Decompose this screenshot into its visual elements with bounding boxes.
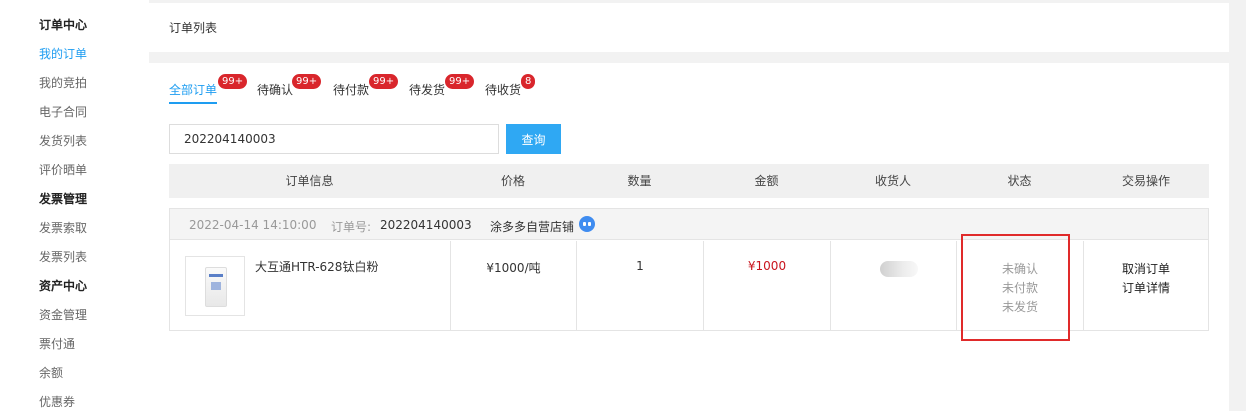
cell-divider bbox=[576, 241, 577, 330]
sidebar-item-e-contracts[interactable]: 电子合同 bbox=[39, 103, 87, 120]
order-quantity: 1 bbox=[636, 259, 644, 273]
tab-pending-payment[interactable]: 待付款 bbox=[333, 81, 369, 98]
chat-icon[interactable] bbox=[579, 216, 595, 232]
order-amount: ¥1000 bbox=[747, 259, 787, 273]
column-header-receiver: 收货人 bbox=[874, 174, 911, 188]
tab-pending-payment-badge: 99+ bbox=[369, 74, 399, 89]
sidebar-group-order-center: 订单中心 bbox=[39, 18, 88, 32]
column-header-actions: 交易操作 bbox=[1121, 174, 1170, 188]
column-header-status: 状态 bbox=[1007, 174, 1032, 188]
sidebar-item-invoice-request[interactable]: 发票索取 bbox=[39, 219, 87, 236]
order-card: 2022-04-14 14:10:00 订单号: 202204140003 涂多… bbox=[169, 208, 1209, 331]
sidebar-item-shipment-list[interactable]: 发货列表 bbox=[39, 132, 87, 149]
sidebar-item-my-auctions[interactable]: 我的竞拍 bbox=[39, 74, 87, 91]
sidebar-item-balance[interactable]: 余额 bbox=[39, 364, 63, 381]
tab-all-orders[interactable]: 全部订单 bbox=[169, 81, 218, 104]
search-button[interactable]: 查询 bbox=[506, 124, 561, 154]
order-date: 2022-04-14 14:10:00 bbox=[189, 218, 317, 232]
sidebar-item-reviews[interactable]: 评价晒单 bbox=[39, 161, 87, 178]
product-bag-icon bbox=[205, 267, 227, 307]
column-header-price: 价格 bbox=[500, 174, 525, 188]
header-panel: 订单列表 bbox=[149, 3, 1229, 52]
cell-divider bbox=[830, 241, 831, 330]
column-header-quantity: 数量 bbox=[627, 174, 652, 188]
sidebar-item-my-orders[interactable]: 我的订单 bbox=[39, 45, 87, 62]
order-details-link[interactable]: 订单详情 bbox=[1084, 279, 1208, 296]
tab-all-orders-badge: 99+ bbox=[218, 74, 248, 89]
search-input[interactable] bbox=[169, 124, 499, 154]
page-title: 订单列表 bbox=[169, 21, 218, 35]
order-number: 202204140003 bbox=[380, 218, 472, 232]
table-header: 订单信息 价格 数量 金额 收货人 状态 交易操作 bbox=[169, 164, 1209, 198]
cell-divider bbox=[450, 241, 451, 330]
cell-divider bbox=[703, 241, 704, 330]
sidebar-item-coupons[interactable]: 优惠券 bbox=[39, 393, 75, 410]
status-unpaid: 未付款 bbox=[1001, 281, 1038, 295]
tab-pending-confirm[interactable]: 待确认 bbox=[257, 81, 293, 98]
tab-pending-confirm-badge: 99+ bbox=[292, 74, 322, 89]
sidebar-item-piaofutong[interactable]: 票付通 bbox=[39, 335, 75, 352]
tab-pending-receipt-badge: 8 bbox=[521, 74, 536, 89]
shop-name[interactable]: 涂多多自营店铺 bbox=[490, 218, 574, 235]
status-unshipped: 未发货 bbox=[1001, 300, 1038, 314]
order-header: 2022-04-14 14:10:00 订单号: 202204140003 涂多… bbox=[170, 209, 1208, 240]
order-list-panel: 全部订单 99+ 待确认 99+ 待付款 99+ 待发货 99+ 待收货 8 查… bbox=[149, 63, 1229, 411]
sidebar-item-invoice-list[interactable]: 发票列表 bbox=[39, 248, 87, 265]
column-header-amount: 金额 bbox=[754, 174, 779, 188]
column-header-order-info: 订单信息 bbox=[285, 174, 334, 188]
sidebar-item-fund-management[interactable]: 资金管理 bbox=[39, 306, 87, 323]
tab-pending-receipt[interactable]: 待收货 bbox=[485, 81, 521, 98]
sidebar: 订单中心 我的订单 我的竞拍 电子合同 发货列表 评价晒单 发票管理 发票索取 … bbox=[0, 0, 149, 411]
order-number-label: 订单号: bbox=[331, 220, 372, 234]
sidebar-group-asset-center: 资产中心 bbox=[39, 279, 88, 293]
status-unconfirmed: 未确认 bbox=[1001, 262, 1038, 276]
cancel-order-link[interactable]: 取消订单 bbox=[1084, 260, 1208, 277]
tab-pending-shipment[interactable]: 待发货 bbox=[409, 81, 445, 98]
order-price: ¥1000/吨 bbox=[486, 261, 541, 275]
tab-pending-shipment-badge: 99+ bbox=[445, 74, 475, 89]
receiver-redacted bbox=[880, 261, 918, 277]
sidebar-group-invoice-management: 发票管理 bbox=[39, 192, 88, 206]
product-name[interactable]: 大互通HTR-628钛白粉 bbox=[255, 258, 378, 275]
product-image[interactable] bbox=[185, 256, 245, 316]
